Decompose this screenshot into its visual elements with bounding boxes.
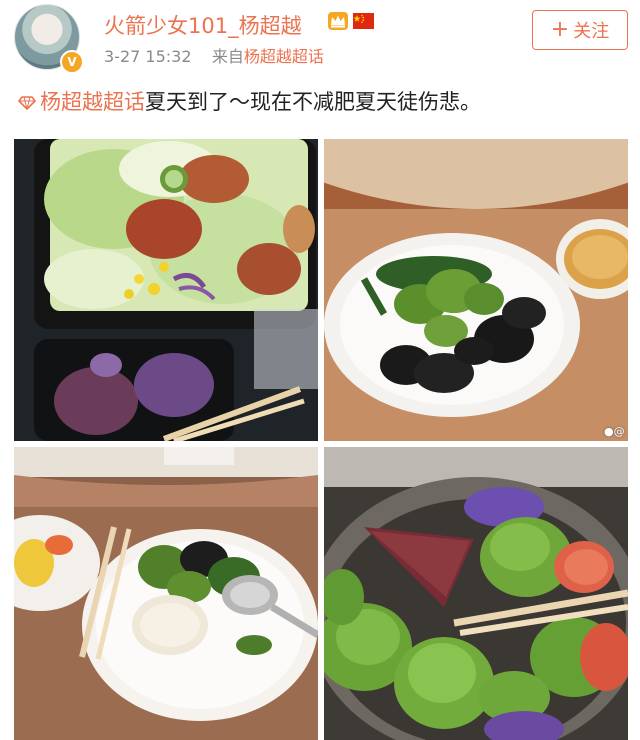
photo-2[interactable] [324,139,628,441]
diamond-icon [18,96,36,110]
china-flag-icon [353,13,374,29]
source-prefix: 来自 [211,47,244,66]
photo-3[interactable] [14,447,318,740]
plus-icon: + [550,17,570,42]
post-body: 夏天到了～现在不减肥夏天徒伤悲。 [145,90,481,114]
post-time: 3-27 15:32 [104,47,192,66]
crown-icon [328,12,348,30]
watermark-text: @ [613,425,625,438]
username[interactable]: 火箭少女101_杨超越 [104,10,302,40]
photo-1[interactable] [14,139,318,441]
verified-badge: V [60,50,84,74]
post-meta: 3-27 15:32 来自杨超越超话 [104,43,324,67]
post-text: 杨超越超话夏天到了～现在不减肥夏天徒伤悲。 [18,86,481,116]
topic-link[interactable]: 杨超越超话 [40,90,145,114]
weibo-watermark-icon: ●@ [604,425,625,438]
source-link[interactable]: 杨超越超话 [244,47,324,66]
follow-label: 关注 [573,21,610,42]
follow-button[interactable]: + 关注 [532,10,628,50]
photo-4[interactable] [324,447,628,740]
